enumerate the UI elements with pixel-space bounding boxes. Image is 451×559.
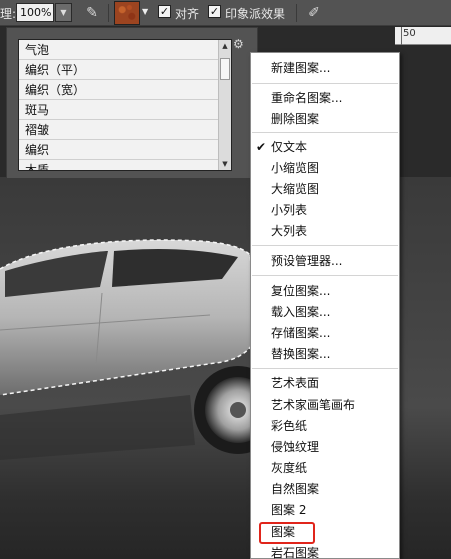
menu-item-grayscale-paper[interactable]: 灰度纸: [251, 458, 399, 479]
menu-item-label: 仅文本: [271, 140, 308, 154]
menu-item-large-list[interactable]: 大列表: [251, 221, 399, 242]
menu-item-delete-pattern[interactable]: 删除图案: [251, 109, 399, 130]
list-scrollbar[interactable]: ▲ ▼: [218, 40, 231, 170]
options-bar: 理: 100% ▼ ✎ ▼ ✓ 对齐 ✓ 印象派效果 ✐: [0, 0, 451, 26]
menu-divider: [252, 368, 398, 369]
list-item[interactable]: 木质: [19, 160, 219, 170]
horizontal-ruler: 50: [395, 27, 451, 45]
menu-divider: [252, 83, 398, 84]
scroll-up-arrow-icon[interactable]: ▲: [219, 40, 231, 52]
menu-item-reset-patterns[interactable]: 复位图案...: [251, 281, 399, 302]
menu-item-artists-brushes-canvas[interactable]: 艺术家画笔画布: [251, 395, 399, 416]
pattern-picker-panel: 气泡 编织（平） 编织（宽） 斑马 褶皱 编织 木质 ▲ ▼ ⚙: [6, 27, 258, 179]
list-item[interactable]: 编织（平）: [19, 60, 219, 80]
pattern-picker-arrow-icon[interactable]: ▼: [142, 7, 148, 16]
selection-highlight-box: [259, 522, 315, 544]
menu-item-rename-pattern[interactable]: 重命名图案...: [251, 88, 399, 109]
menu-item-preset-manager[interactable]: 预设管理器...: [251, 251, 399, 272]
menu-item-rock-patterns[interactable]: 岩石图案: [251, 543, 399, 559]
gear-icon[interactable]: ⚙: [233, 37, 244, 51]
airbrush-icon[interactable]: ✎: [82, 3, 102, 23]
pattern-options-menu: 新建图案... 重命名图案... 删除图案 ✔ 仅文本 小缩览图 大缩览图 小列…: [250, 52, 400, 559]
menu-item-nature-patterns[interactable]: 自然图案: [251, 479, 399, 500]
menu-item-save-patterns[interactable]: 存储图案...: [251, 323, 399, 344]
ruler-tick: [401, 27, 402, 45]
menu-item-large-thumbnail[interactable]: 大缩览图: [251, 179, 399, 200]
opacity-input[interactable]: 100%: [16, 3, 54, 22]
menu-item-replace-patterns[interactable]: 替换图案...: [251, 344, 399, 365]
impressionist-label: 印象派效果: [225, 7, 286, 21]
mode-label: 理:: [0, 7, 17, 21]
menu-divider: [252, 275, 398, 276]
toolbar-separator: [108, 4, 109, 22]
list-item[interactable]: 褶皱: [19, 120, 219, 140]
impressionist-checkbox[interactable]: ✓: [208, 5, 221, 18]
menu-item-erodible-textures[interactable]: 侵蚀纹理: [251, 437, 399, 458]
aligned-checkbox[interactable]: ✓: [158, 5, 171, 18]
scroll-thumb[interactable]: [220, 58, 230, 80]
menu-item-artist-surfaces[interactable]: 艺术表面: [251, 373, 399, 394]
list-item[interactable]: 气泡: [19, 40, 219, 60]
menu-item-color-paper[interactable]: 彩色纸: [251, 416, 399, 437]
list-item[interactable]: 编织（宽）: [19, 80, 219, 100]
checkmark-icon: ✔: [256, 140, 267, 154]
car-image: [0, 239, 260, 460]
opacity-dropdown-arrow[interactable]: ▼: [55, 3, 72, 22]
scroll-down-arrow-icon[interactable]: ▼: [219, 158, 231, 170]
menu-item-load-patterns[interactable]: 载入图案...: [251, 302, 399, 323]
list-item[interactable]: 编织: [19, 140, 219, 160]
menu-item-patterns-2[interactable]: 图案 2: [251, 500, 399, 521]
menu-item-text-only[interactable]: ✔ 仅文本: [251, 137, 399, 158]
list-item[interactable]: 斑马: [19, 100, 219, 120]
ruler-tick-label: 50: [403, 28, 416, 39]
toolbar-separator: [296, 4, 297, 22]
menu-item-new-pattern[interactable]: 新建图案...: [251, 58, 399, 79]
menu-item-small-list[interactable]: 小列表: [251, 200, 399, 221]
menu-item-small-thumbnail[interactable]: 小缩览图: [251, 158, 399, 179]
pattern-list[interactable]: 气泡 编织（平） 编织（宽） 斑马 褶皱 编织 木质 ▲ ▼: [18, 39, 232, 171]
aligned-label: 对齐: [175, 7, 200, 21]
menu-divider: [252, 245, 398, 246]
pressure-size-icon[interactable]: ✐: [304, 3, 324, 23]
pattern-picker-swatch[interactable]: [114, 1, 140, 25]
menu-divider: [252, 132, 398, 133]
